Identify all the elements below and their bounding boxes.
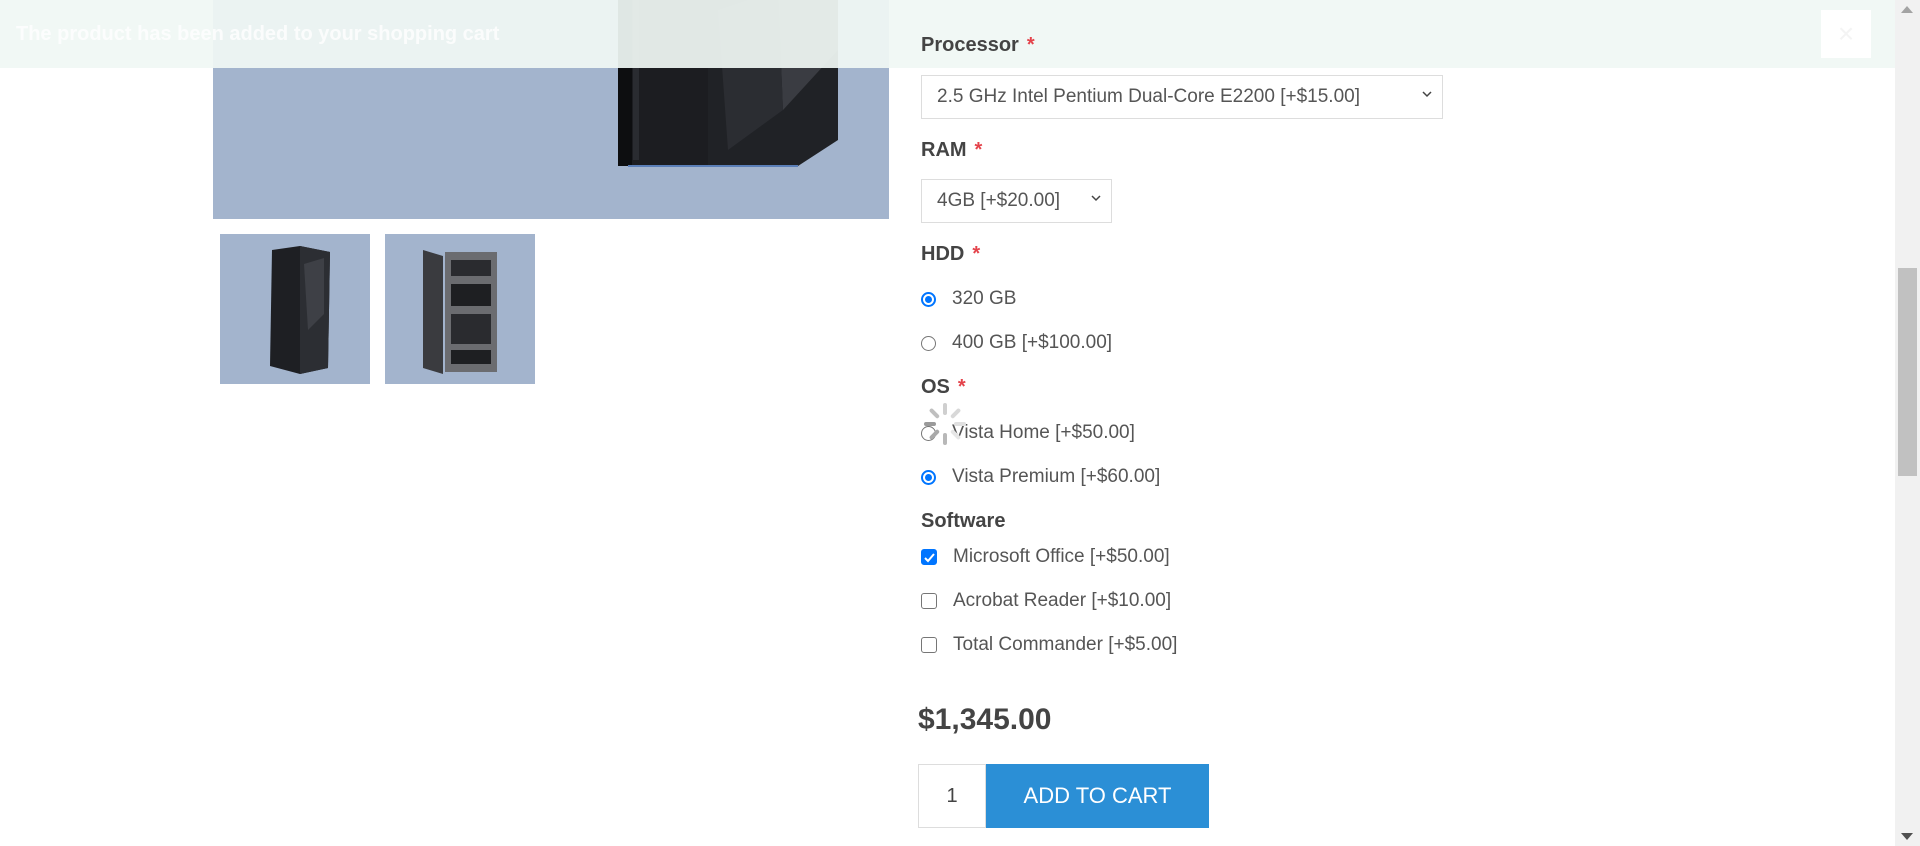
product-price: $1,345.00 <box>918 703 1052 736</box>
scroll-up-arrow-icon[interactable] <box>1901 6 1913 13</box>
hdd-label: HDD * <box>921 243 981 265</box>
hdd-option-400gb[interactable]: 400 GB [+$100.00] <box>921 332 1112 354</box>
software-option-total-commander[interactable]: Total Commander [+$5.00] <box>921 634 1177 656</box>
thumbnail-2[interactable] <box>385 234 535 384</box>
ram-label: RAM * <box>921 139 983 161</box>
checkbox-checked[interactable] <box>921 549 937 565</box>
checkbox[interactable] <box>921 593 937 609</box>
option-label: Acrobat Reader [+$10.00] <box>953 590 1172 611</box>
software-label: Software <box>921 510 1006 532</box>
required-mark: * <box>974 139 983 161</box>
chevron-down-icon <box>1422 91 1432 98</box>
os-option-vista-premium[interactable]: Vista Premium [+$60.00] <box>921 466 1160 488</box>
loading-spinner-icon <box>924 403 966 445</box>
close-icon: × <box>1837 18 1855 49</box>
option-label: 400 GB [+$100.00] <box>952 332 1113 353</box>
ram-select[interactable]: 4GB [+$20.00] <box>921 179 1112 223</box>
option-label: Total Commander [+$5.00] <box>953 634 1178 655</box>
ram-selected-value: 4GB [+$20.00] <box>937 190 1061 211</box>
notification-text: The product has been added to your shopp… <box>16 22 500 45</box>
os-label: OS * <box>921 376 966 398</box>
option-label: Microsoft Office [+$50.00] <box>953 546 1170 567</box>
thumbnail-server-closed <box>270 246 330 374</box>
software-option-microsoft-office[interactable]: Microsoft Office [+$50.00] <box>921 546 1170 568</box>
add-to-cart-label: ADD TO CART <box>1023 783 1172 808</box>
option-label: 320 GB <box>952 288 1017 309</box>
thumbnail-server-open <box>423 250 497 374</box>
checkmark-icon <box>924 553 935 563</box>
scrollbar-thumb[interactable] <box>1898 268 1917 476</box>
processor-select[interactable]: 2.5 GHz Intel Pentium Dual-Core E2200 [+… <box>921 75 1443 119</box>
option-label: Vista Home [+$50.00] <box>952 422 1135 443</box>
add-to-cart-button[interactable]: ADD TO CART <box>986 764 1209 828</box>
thumbnail-1[interactable] <box>220 234 370 384</box>
software-option-acrobat-reader[interactable]: Acrobat Reader [+$10.00] <box>921 590 1171 612</box>
checkbox[interactable] <box>921 637 937 653</box>
processor-label: Processor * <box>921 34 1035 56</box>
notification-close-button[interactable]: × <box>1821 10 1871 58</box>
radio-button-checked[interactable] <box>921 291 936 307</box>
scroll-down-arrow-icon[interactable] <box>1901 833 1913 840</box>
option-label: Vista Premium [+$60.00] <box>952 466 1161 487</box>
scrollbar[interactable] <box>1895 0 1920 846</box>
hdd-option-320gb[interactable]: 320 GB <box>921 288 1016 310</box>
radio-button[interactable] <box>921 335 936 351</box>
chevron-down-icon <box>1091 195 1101 202</box>
required-mark: * <box>972 243 981 265</box>
required-mark: * <box>1026 34 1035 56</box>
quantity-input[interactable]: 1 <box>918 764 986 828</box>
processor-selected-value: 2.5 GHz Intel Pentium Dual-Core E2200 [+… <box>937 86 1360 107</box>
radio-button-checked[interactable] <box>921 469 936 485</box>
required-mark: * <box>957 376 966 398</box>
